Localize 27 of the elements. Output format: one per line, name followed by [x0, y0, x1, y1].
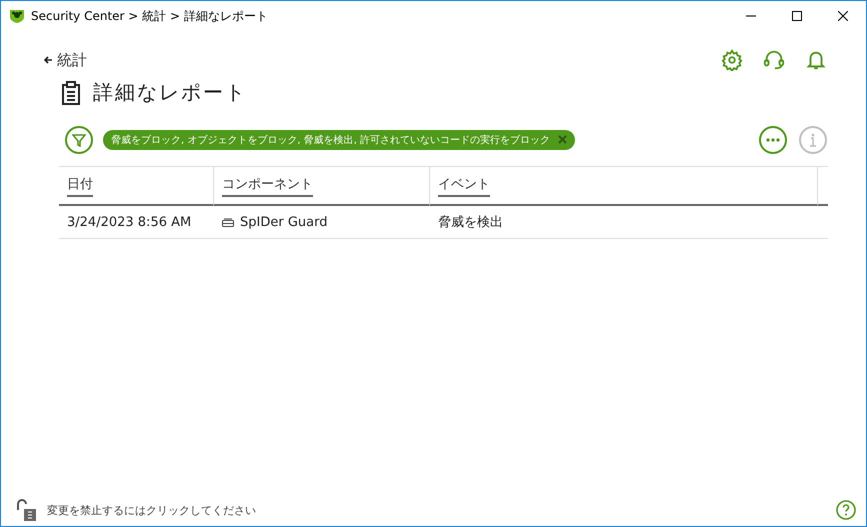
more-button[interactable] — [759, 126, 787, 154]
close-icon — [838, 11, 848, 21]
column-header[interactable]: 日付 — [67, 174, 93, 196]
lock-settings-link[interactable]: 変更を禁止するにはクリックしてください — [47, 502, 828, 518]
clipboard-icon — [61, 80, 81, 104]
headset-icon[interactable] — [763, 49, 785, 71]
page-heading: 詳細なレポート — [93, 79, 247, 106]
component-cell: SpIDer Guard — [240, 214, 328, 230]
info-icon — [809, 133, 817, 147]
dots-icon — [766, 138, 780, 142]
event-cell-text: 脅威を検出 — [438, 214, 503, 231]
back-link[interactable]: 統計 — [43, 50, 87, 70]
filter-button[interactable] — [65, 126, 93, 154]
settings-icon[interactable] — [721, 49, 743, 71]
bell-icon[interactable] — [805, 49, 827, 71]
maximize-icon — [792, 11, 802, 21]
app-logo-icon — [9, 8, 25, 24]
back-arrow-icon — [43, 55, 53, 65]
padlock-icon[interactable] — [15, 498, 39, 522]
column-header[interactable]: イベント — [438, 174, 490, 196]
window-title: Security Center > 統計 > 詳細なレポート — [31, 8, 269, 24]
info-button[interactable] — [799, 126, 827, 154]
drive-icon — [222, 218, 234, 226]
filter-chip-text: 脅威をブロック, オブジェクトをブロック, 脅威を検出, 許可されていないコードの実行をブロック — [111, 134, 550, 147]
funnel-icon — [72, 133, 86, 147]
help-icon[interactable] — [836, 500, 856, 520]
date-cell: 3/24/2023 8:56 AM — [67, 214, 192, 230]
